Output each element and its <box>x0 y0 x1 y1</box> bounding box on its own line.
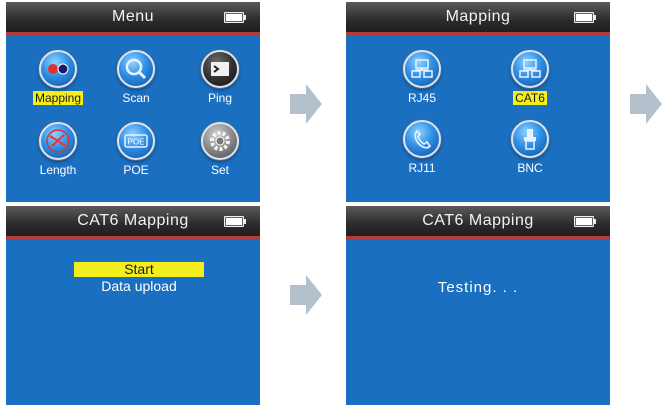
menu-item-poe[interactable]: POE POE <box>96 122 176 179</box>
bnc-connector-icon <box>511 120 549 158</box>
cat6-options-titlebar: CAT6 Mapping <box>6 206 260 239</box>
poe-icon: POE <box>117 122 155 160</box>
cat6-options-screen: CAT6 Mapping Start Data upload <box>6 206 260 405</box>
start-option[interactable]: Start <box>74 262 204 277</box>
menu-screen: Menu Mapping Scan Ping Length POE POE Se… <box>6 2 260 202</box>
svg-text:POE: POE <box>128 138 145 147</box>
data-upload-option[interactable]: Data upload <box>74 279 204 294</box>
mapping-item-bnc[interactable]: BNC <box>490 120 570 177</box>
menu-item-ping[interactable]: Ping <box>180 50 260 107</box>
menu-item-set[interactable]: Set <box>180 122 260 179</box>
network-icon <box>403 50 441 88</box>
mapping-item-label: RJ11 <box>408 161 436 175</box>
mapping-item-cat6[interactable]: CAT6 <box>490 50 570 107</box>
cat6-options-title: CAT6 Mapping <box>77 212 189 229</box>
battery-icon <box>574 216 596 227</box>
menu-titlebar: Menu <box>6 2 260 35</box>
gear-icon <box>201 122 239 160</box>
arrow-right-icon <box>290 84 322 124</box>
mapping-item-label: CAT6 <box>513 91 547 105</box>
menu-item-label: Mapping <box>32 91 84 105</box>
menu-item-label: Scan <box>122 91 150 105</box>
menu-item-length[interactable]: Length <box>18 122 98 179</box>
mapping-item-rj45[interactable]: RJ45 <box>382 50 462 107</box>
terminal-icon <box>201 50 239 88</box>
mapping-title: Mapping <box>445 8 511 25</box>
network-icon <box>511 50 549 88</box>
arrow-right-icon <box>630 84 662 124</box>
menu-title: Menu <box>111 8 155 25</box>
menu-item-label: Set <box>210 163 229 177</box>
mapping-item-label: BNC <box>517 161 543 175</box>
battery-icon <box>224 216 246 227</box>
cat6-testing-title: CAT6 Mapping <box>422 212 534 229</box>
menu-item-label: Ping <box>207 91 233 105</box>
mapping-icon <box>39 50 77 88</box>
mapping-item-label: RJ45 <box>407 91 436 105</box>
cat6-testing-screen: CAT6 Mapping Testing. . . <box>346 206 610 405</box>
testing-status: Testing. . . <box>437 279 519 296</box>
phone-icon <box>403 120 441 158</box>
mapping-screen: Mapping RJ45 CAT6 RJ11 BNC <box>346 2 610 202</box>
battery-icon <box>574 12 596 23</box>
magnifier-icon <box>117 50 155 88</box>
menu-item-label: POE <box>123 163 149 177</box>
mapping-item-rj11[interactable]: RJ11 <box>382 120 462 177</box>
menu-item-scan[interactable]: Scan <box>96 50 176 107</box>
arrow-right-icon <box>290 275 322 315</box>
mapping-titlebar: Mapping <box>346 2 610 35</box>
battery-icon <box>224 12 246 23</box>
cat6-testing-titlebar: CAT6 Mapping <box>346 206 610 239</box>
menu-item-mapping[interactable]: Mapping <box>18 50 98 107</box>
globe-icon <box>39 122 77 160</box>
menu-item-label: Length <box>39 163 77 177</box>
